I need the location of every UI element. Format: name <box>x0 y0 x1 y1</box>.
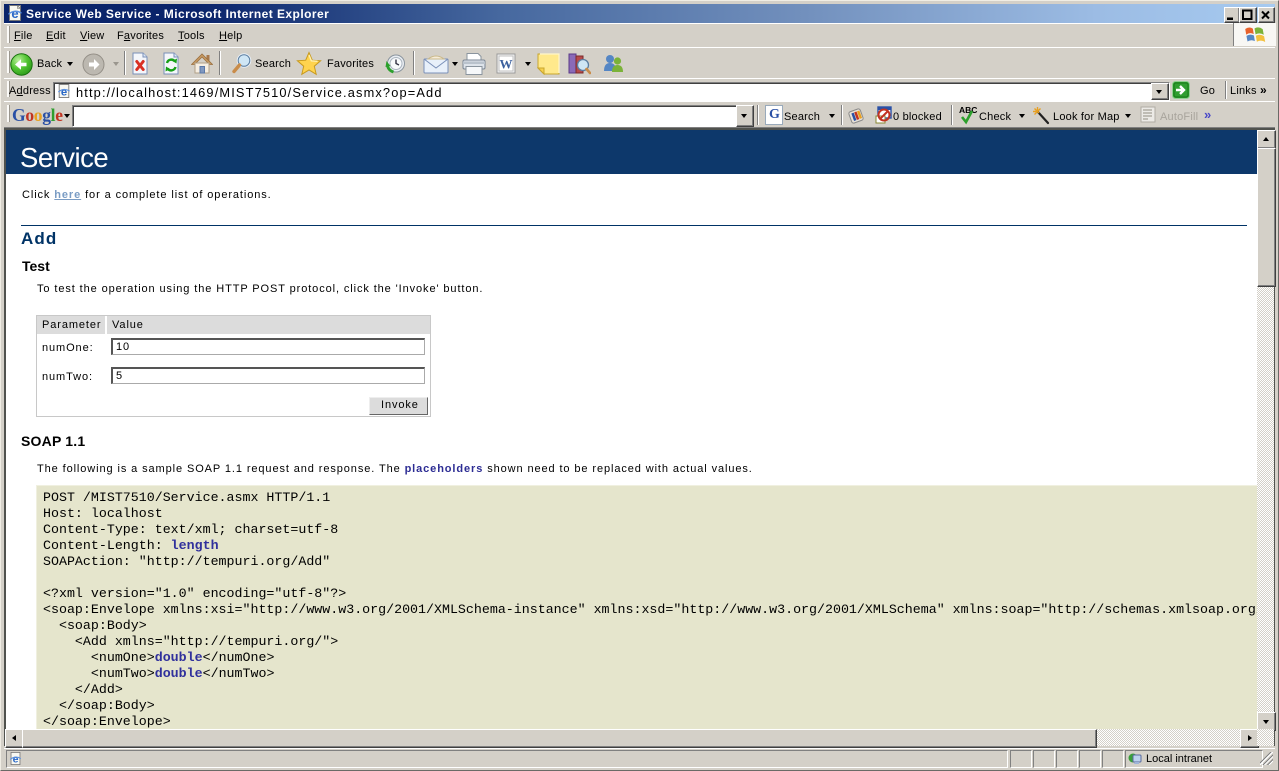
svg-text:e: e <box>11 6 18 21</box>
svg-text:e: e <box>13 754 19 765</box>
svg-text:ABC: ABC <box>959 105 977 115</box>
svg-text:W: W <box>500 57 513 72</box>
svg-text:e: e <box>61 86 67 98</box>
